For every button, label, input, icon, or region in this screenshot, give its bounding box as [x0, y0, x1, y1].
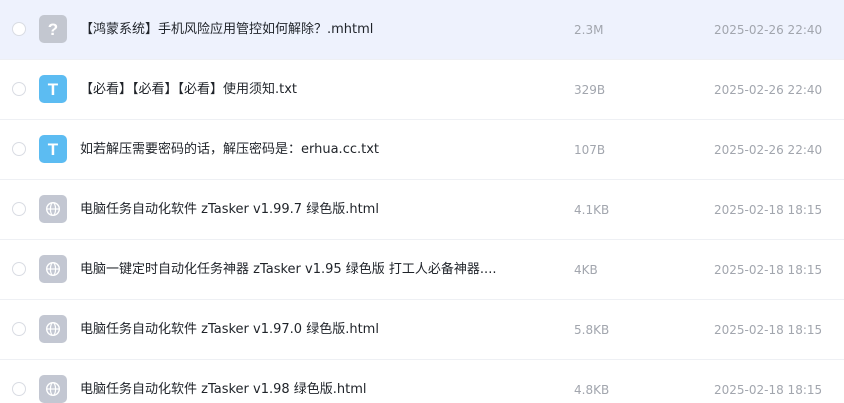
- file-size: 5.8KB: [574, 323, 610, 337]
- row-checkbox[interactable]: [12, 202, 26, 216]
- file-row[interactable]: ? 【鸿蒙系统】手机风险应用管控如何解除？.mhtml 2.3M 2025-02…: [0, 0, 844, 60]
- row-checkbox[interactable]: [12, 262, 26, 276]
- file-name[interactable]: 电脑任务自动化软件 zTasker v1.99.7 绿色版.html: [80, 201, 540, 219]
- file-list: ? 【鸿蒙系统】手机风险应用管控如何解除？.mhtml 2.3M 2025-02…: [0, 0, 844, 403]
- row-checkbox[interactable]: [12, 322, 26, 336]
- globe-file-icon: [39, 315, 67, 343]
- file-date: 2025-02-18 18:15: [714, 323, 823, 337]
- txt-file-icon: T: [39, 135, 67, 163]
- file-row[interactable]: 电脑一键定时自动化任务神器 zTasker v1.95 绿色版 打工人必备神器.…: [0, 240, 844, 300]
- file-size: 4.1KB: [574, 203, 610, 217]
- globe-file-icon: [39, 255, 67, 283]
- file-row[interactable]: 电脑任务自动化软件 zTasker v1.99.7 绿色版.html 4.1KB…: [0, 180, 844, 240]
- file-name[interactable]: 电脑任务自动化软件 zTasker v1.97.0 绿色版.html: [80, 321, 540, 339]
- file-size: 4.8KB: [574, 383, 610, 397]
- question-file-icon: ?: [39, 15, 67, 43]
- file-name[interactable]: 电脑任务自动化软件 zTasker v1.98 绿色版.html: [80, 381, 540, 399]
- file-name[interactable]: 【鸿蒙系统】手机风险应用管控如何解除？.mhtml: [80, 21, 540, 39]
- file-row[interactable]: T 如若解压需要密码的话，解压密码是：erhua.cc.txt 107B 202…: [0, 120, 844, 180]
- file-size: 107B: [574, 143, 606, 157]
- file-date: 2025-02-18 18:15: [714, 263, 823, 277]
- globe-file-icon: [39, 375, 67, 403]
- file-name[interactable]: 【必看】【必看】【必看】使用须知.txt: [80, 81, 540, 99]
- file-name[interactable]: 如若解压需要密码的话，解压密码是：erhua.cc.txt: [80, 141, 540, 159]
- globe-file-icon: [39, 195, 67, 223]
- file-row[interactable]: 电脑任务自动化软件 zTasker v1.98 绿色版.html 4.8KB 2…: [0, 360, 844, 403]
- file-date: 2025-02-26 22:40: [714, 83, 823, 97]
- file-date: 2025-02-18 18:15: [714, 203, 823, 217]
- file-row[interactable]: 电脑任务自动化软件 zTasker v1.97.0 绿色版.html 5.8KB…: [0, 300, 844, 360]
- row-checkbox[interactable]: [12, 82, 26, 96]
- file-date: 2025-02-18 18:15: [714, 383, 823, 397]
- row-checkbox[interactable]: [12, 142, 26, 156]
- row-checkbox[interactable]: [12, 382, 26, 396]
- file-name[interactable]: 电脑一键定时自动化任务神器 zTasker v1.95 绿色版 打工人必备神器.…: [80, 261, 540, 279]
- txt-file-icon: T: [39, 75, 67, 103]
- file-size: 2.3M: [574, 23, 604, 37]
- row-checkbox[interactable]: [12, 22, 26, 36]
- file-size: 4KB: [574, 263, 598, 277]
- file-date: 2025-02-26 22:40: [714, 143, 823, 157]
- file-size: 329B: [574, 83, 606, 97]
- file-date: 2025-02-26 22:40: [714, 23, 823, 37]
- file-row[interactable]: T 【必看】【必看】【必看】使用须知.txt 329B 2025-02-26 2…: [0, 60, 844, 120]
